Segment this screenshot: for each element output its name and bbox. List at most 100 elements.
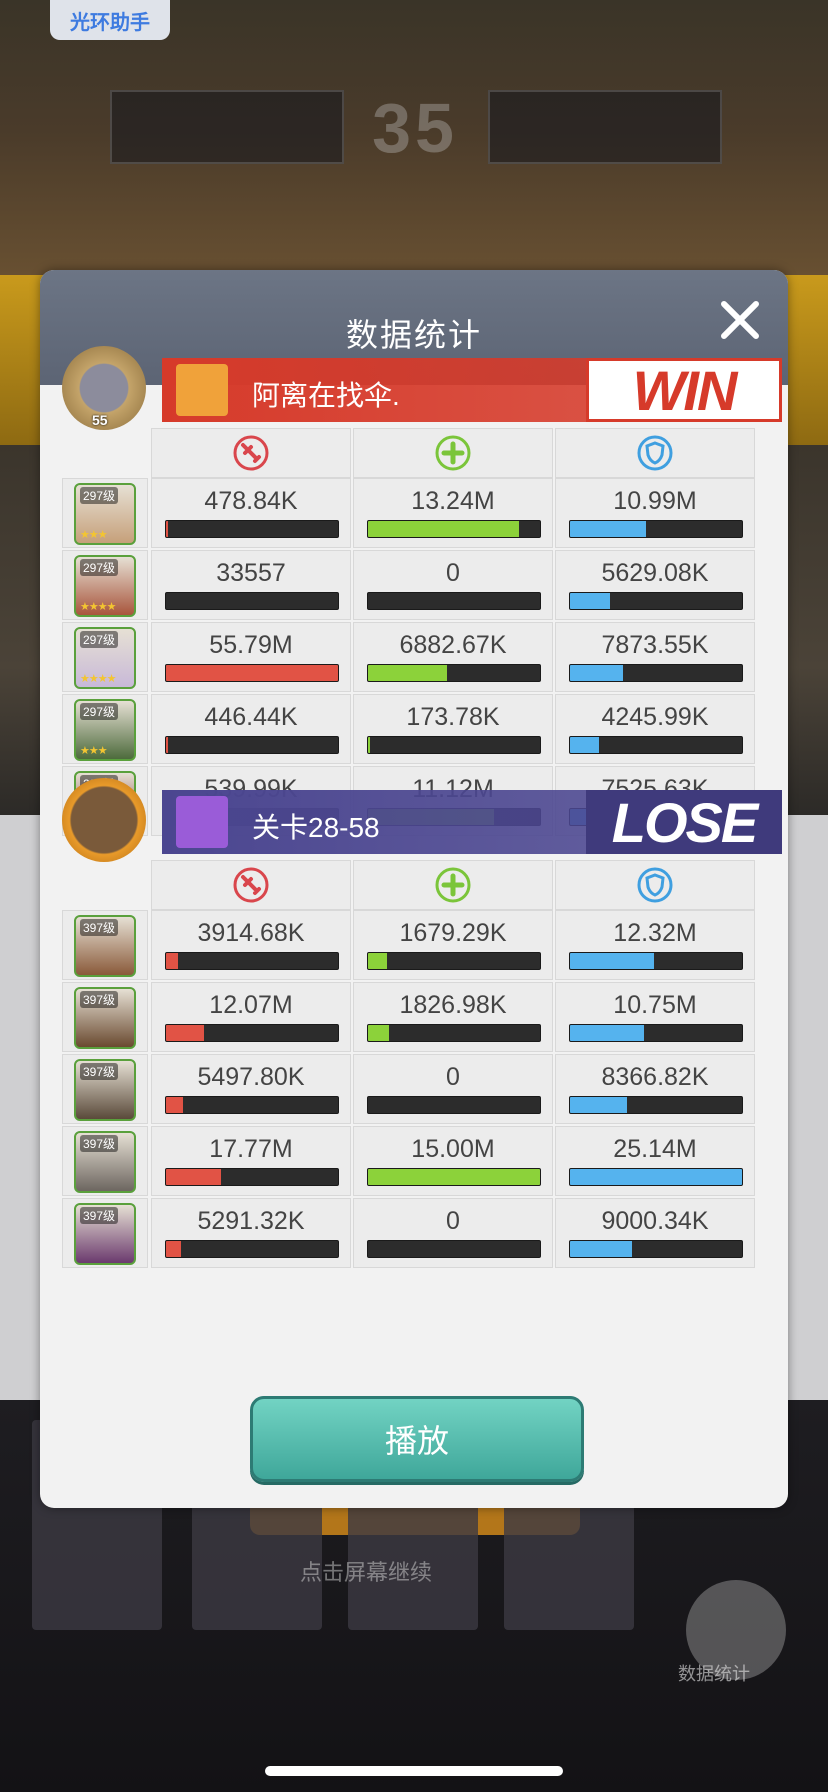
damage-value: 12.07M: [209, 991, 293, 1019]
heal-bar: [367, 736, 541, 754]
hero-portrait[interactable]: 397级: [74, 915, 136, 977]
damage-value: 5291.32K: [197, 1207, 305, 1235]
damage-bar: [165, 592, 339, 610]
hero-level: 397级: [80, 1063, 119, 1080]
stat-header-row: [151, 428, 755, 478]
tank-value: 7873.55K: [601, 631, 709, 659]
heal-cell: 0: [353, 1198, 553, 1268]
tank-bar: [569, 1096, 743, 1114]
damage-cell: 446.44K: [151, 694, 351, 764]
damage-value: 55.79M: [209, 631, 293, 659]
hero-stars: ★★★★: [80, 673, 116, 685]
home-indicator: [265, 1766, 563, 1776]
hero-cell: 297级 ★★★: [62, 694, 148, 764]
damage-bar-fill: [166, 953, 179, 969]
damage-value: 478.84K: [204, 487, 298, 515]
damage-cell: 33557: [151, 550, 351, 620]
stat-header-cell: [151, 860, 351, 910]
tank-cell: 10.99M: [555, 478, 755, 548]
hero-stars: ★★★★: [80, 601, 116, 613]
hero-portrait[interactable]: 397级: [74, 987, 136, 1049]
heal-cross-icon: [435, 867, 471, 903]
heal-value: 6882.67K: [399, 631, 507, 659]
heal-cell: 1826.98K: [353, 982, 553, 1052]
tank-value: 10.99M: [613, 487, 697, 515]
damage-cell: 55.79M: [151, 622, 351, 692]
damage-bar-fill: [166, 1097, 184, 1113]
heal-bar-fill: [368, 665, 448, 681]
team-section: 55 阿离在找伞. WIN 297级 ★★★ 478.84K 13.24M 10.99M 297…: [62, 346, 782, 838]
heal-cell: 1679.29K: [353, 910, 553, 980]
tank-bar-fill: [570, 1097, 627, 1113]
hero-cell: 397级: [62, 1126, 148, 1196]
stat-header-cell: [353, 860, 553, 910]
enemy-avatar[interactable]: [62, 778, 146, 862]
sword-icon: [233, 867, 269, 903]
hero-level: 297级: [80, 559, 119, 576]
continue-hint: 点击屏幕继续: [300, 1560, 433, 1585]
tank-value: 5629.08K: [601, 559, 709, 587]
heal-cell: 15.00M: [353, 1126, 553, 1196]
tank-bar: [569, 664, 743, 682]
hero-level: 397级: [80, 919, 119, 936]
heal-bar: [367, 1024, 541, 1042]
hero-stat-row: 397级 12.07M 1826.98K 10.75M: [62, 982, 764, 1052]
tank-cell: 10.75M: [555, 982, 755, 1052]
tank-bar-fill: [570, 1169, 742, 1185]
damage-cell: 478.84K: [151, 478, 351, 548]
tank-bar-fill: [570, 1241, 632, 1257]
heal-value: 0: [446, 1207, 460, 1235]
hero-stat-row: 297级 ★★★ 446.44K 173.78K 4245.99K: [62, 694, 764, 764]
team-flag-icon: [176, 796, 228, 848]
heal-bar: [367, 1240, 541, 1258]
heal-bar-fill: [368, 1169, 540, 1185]
sword-icon: [233, 435, 269, 471]
team-name: 关卡28-58: [252, 812, 380, 843]
hero-portrait[interactable]: 297级 ★★★: [74, 483, 136, 545]
hero-level: 297级: [80, 703, 119, 720]
hero-cell: 397级: [62, 910, 148, 980]
hero-portrait[interactable]: 397级: [74, 1131, 136, 1193]
hero-portrait[interactable]: 397级: [74, 1059, 136, 1121]
damage-bar-fill: [166, 1025, 204, 1041]
hero-level: 397级: [80, 1135, 119, 1152]
damage-value: 446.44K: [204, 703, 298, 731]
panel-title: 数据统计: [345, 317, 482, 353]
tank-value: 12.32M: [613, 919, 697, 947]
heal-cross-icon: [435, 435, 471, 471]
hero-level: 297级: [80, 631, 119, 648]
team-name: 阿离在找伞.: [252, 380, 400, 411]
tank-cell: 25.14M: [555, 1126, 755, 1196]
hero-portrait[interactable]: 297级 ★★★★: [74, 627, 136, 689]
damage-bar: [165, 736, 339, 754]
heal-value: 0: [446, 1063, 460, 1091]
hero-cell: 397级: [62, 1054, 148, 1124]
damage-bar: [165, 1096, 339, 1114]
heal-bar: [367, 664, 541, 682]
close-button[interactable]: [712, 292, 768, 348]
tank-bar: [569, 520, 743, 538]
tank-bar: [569, 1024, 743, 1042]
player-level: 55: [92, 412, 108, 428]
app-badge[interactable]: 光环助手: [50, 0, 170, 40]
heal-cell: 173.78K: [353, 694, 553, 764]
tank-bar-fill: [570, 953, 655, 969]
heal-cell: 6882.67K: [353, 622, 553, 692]
stat-header-cell: [353, 428, 553, 478]
play-button[interactable]: 播放: [250, 1396, 584, 1482]
tank-cell: 8366.82K: [555, 1054, 755, 1124]
tank-bar-fill: [570, 665, 624, 681]
hero-portrait[interactable]: 297级 ★★★: [74, 699, 136, 761]
hero-stars: ★★★: [80, 529, 108, 541]
hero-portrait[interactable]: 397级: [74, 1203, 136, 1265]
heal-bar-fill: [368, 737, 371, 753]
hero-stat-row: 397级 5497.80K 0 8366.82K: [62, 1054, 764, 1124]
damage-bar-fill: [166, 737, 169, 753]
heal-cell: 13.24M: [353, 478, 553, 548]
heal-value: 13.24M: [411, 487, 495, 515]
damage-cell: 5497.80K: [151, 1054, 351, 1124]
damage-value: 5497.80K: [197, 1063, 305, 1091]
tank-cell: 4245.99K: [555, 694, 755, 764]
damage-bar: [165, 1024, 339, 1042]
hero-portrait[interactable]: 297级 ★★★★: [74, 555, 136, 617]
